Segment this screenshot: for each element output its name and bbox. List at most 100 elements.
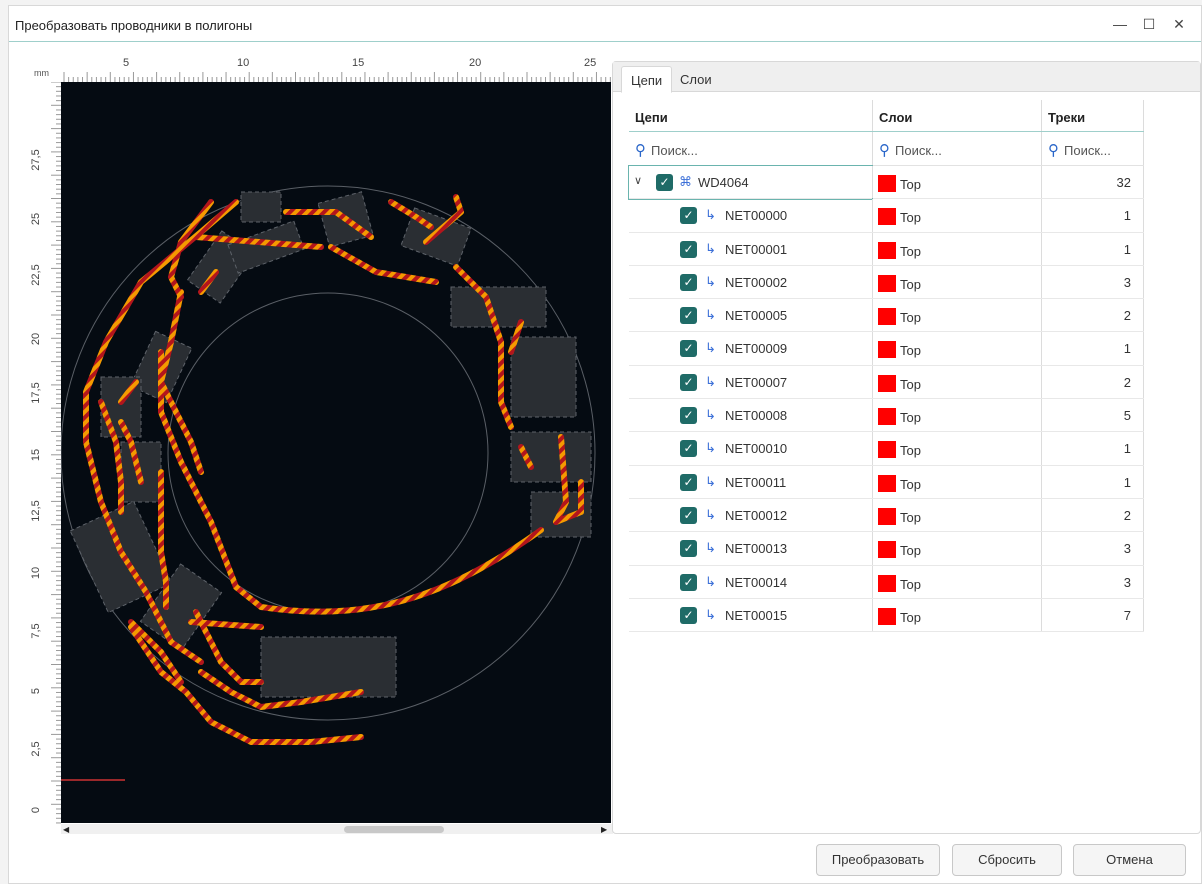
tracks-count: 7 bbox=[1123, 607, 1131, 623]
y-tick-label: 22,5 bbox=[30, 264, 42, 286]
net-cell[interactable]: ✓ ↳ NET00005 bbox=[629, 299, 872, 332]
column-divider bbox=[1143, 199, 1144, 232]
x-tick-label: 15 bbox=[352, 57, 365, 69]
layer-name: Top bbox=[900, 576, 921, 592]
tracks-search-input[interactable]: ⚲ Поиск... bbox=[1042, 132, 1143, 165]
table-row[interactable]: ✓ ↳ NET00011 Top 1 bbox=[629, 465, 1144, 499]
net-cell[interactable]: ✓ ↳ NET00011 bbox=[629, 466, 872, 499]
net-checkbox[interactable]: ✓ bbox=[680, 606, 697, 624]
layer-cell: Top bbox=[873, 299, 1041, 332]
column-divider bbox=[1143, 265, 1144, 299]
pcb-viewport[interactable]: mm 5 10 15 20 25 27,5 25 22,5 20 17,5 15… bbox=[24, 54, 622, 839]
y-tick-label: 10 bbox=[30, 566, 42, 580]
column-divider bbox=[1143, 100, 1144, 131]
net-checkbox[interactable]: ✓ bbox=[680, 540, 697, 558]
net-checkbox[interactable]: ✓ bbox=[680, 373, 697, 391]
net-checkbox[interactable]: ✓ bbox=[680, 506, 697, 524]
layers-search-input[interactable]: ⚲ Поиск... bbox=[873, 132, 1041, 165]
net-cell[interactable]: ✓ ↳ NET00002 bbox=[629, 266, 872, 299]
net-checkbox[interactable]: ✓ bbox=[680, 473, 697, 491]
table-row[interactable]: ✓ ↳ NET00009 Top 1 bbox=[629, 332, 1144, 366]
net-cell[interactable]: ✓ ↳ NET00007 bbox=[629, 366, 872, 399]
group-net-cell[interactable]: ∨ ✓ ⌘ WD4064 bbox=[628, 165, 873, 200]
table-row[interactable]: ✓ ↳ NET00007 Top 2 bbox=[629, 365, 1144, 400]
net-checkbox[interactable]: ✓ bbox=[680, 307, 697, 325]
net-name: NET00005 bbox=[725, 308, 788, 324]
tracks-count: 1 bbox=[1123, 208, 1131, 224]
table-row[interactable]: ✓ ↳ NET00008 Top 5 bbox=[629, 399, 1144, 433]
tracks-count: 2 bbox=[1123, 374, 1131, 390]
tracks-count: 3 bbox=[1123, 541, 1131, 557]
net-name: NET00007 bbox=[725, 374, 788, 390]
net-cell[interactable]: ✓ ↳ NET00012 bbox=[629, 499, 872, 532]
column-header-layers[interactable]: Слои bbox=[873, 100, 1041, 132]
net-cell[interactable]: ✓ ↳ NET00014 bbox=[629, 566, 872, 599]
pcb-board[interactable] bbox=[61, 82, 611, 823]
title-bar: Преобразовать проводники в полигоны — ☐ … bbox=[9, 6, 1201, 42]
y-tick-label: 0 bbox=[30, 806, 42, 814]
table-row[interactable]: ✓ ↳ NET00015 Top 7 bbox=[629, 598, 1144, 633]
tracks-count: 5 bbox=[1123, 408, 1131, 424]
column-divider bbox=[1143, 299, 1144, 332]
column-divider bbox=[1143, 166, 1144, 199]
tracks-count: 1 bbox=[1123, 241, 1131, 257]
net-cell[interactable]: ✓ ↳ NET00015 bbox=[629, 599, 872, 632]
layer-name: Top bbox=[900, 210, 921, 226]
y-tick-label: 12,5 bbox=[30, 500, 42, 522]
tab-nets[interactable]: Цепи bbox=[621, 66, 673, 93]
component-pads bbox=[69, 191, 592, 698]
net-checkbox[interactable]: ✓ bbox=[680, 440, 697, 458]
table-row[interactable]: ✓ ↳ NET00002 Top 3 bbox=[629, 265, 1144, 300]
net-checkbox[interactable]: ✓ bbox=[680, 407, 697, 425]
nets-search-input[interactable]: ⚲ Поиск... bbox=[629, 132, 872, 165]
table-row[interactable]: ✓ ↳ NET00013 Top 3 bbox=[629, 532, 1144, 566]
table-row[interactable]: ✓ ↳ NET00000 Top 1 bbox=[629, 199, 1144, 233]
close-icon[interactable]: ✕ bbox=[1169, 14, 1189, 34]
table-row[interactable]: ✓ ↳ NET00014 Top 3 bbox=[629, 565, 1144, 599]
layer-cell: Top bbox=[873, 233, 1041, 266]
chevron-down-icon[interactable]: ∨ bbox=[634, 174, 642, 187]
layer-name: Top bbox=[900, 609, 921, 625]
net-cell[interactable]: ✓ ↳ NET00013 bbox=[629, 532, 872, 565]
net-cell[interactable]: ✓ ↳ NET00000 bbox=[629, 199, 872, 232]
y-tick-label: 5 bbox=[30, 687, 42, 695]
net-cell[interactable]: ✓ ↳ NET00010 bbox=[629, 432, 872, 465]
horizontal-scrollbar[interactable]: ◀ ▶ bbox=[61, 824, 613, 834]
table-row[interactable]: ✓ ↳ NET00005 Top 2 bbox=[629, 299, 1144, 333]
net-cell[interactable]: ✓ ↳ NET00008 bbox=[629, 399, 872, 432]
layer-name: Top bbox=[900, 410, 921, 426]
net-checkbox[interactable]: ✓ bbox=[680, 273, 697, 291]
net-cell[interactable]: ✓ ↳ NET00001 bbox=[629, 233, 872, 266]
x-tick-label: 5 bbox=[123, 57, 130, 69]
cancel-button[interactable]: Отмена bbox=[1073, 844, 1186, 876]
group-checkbox[interactable]: ✓ bbox=[656, 174, 673, 191]
search-icon: ⚲ bbox=[879, 142, 890, 159]
table-row-group[interactable]: ∨ ✓ ⌘ WD4064 Top 32 bbox=[628, 165, 1144, 200]
y-tick-label: 15 bbox=[30, 448, 42, 462]
tracks-count: 1 bbox=[1123, 341, 1131, 357]
tab-layers[interactable]: Слои bbox=[671, 66, 721, 93]
column-header-nets[interactable]: Цепи bbox=[629, 100, 872, 132]
net-checkbox[interactable]: ✓ bbox=[680, 207, 697, 225]
layer-cell: Top bbox=[873, 532, 1041, 565]
net-checkbox[interactable]: ✓ bbox=[680, 573, 697, 591]
maximize-icon[interactable]: ☐ bbox=[1139, 14, 1159, 34]
layer-name: Top bbox=[900, 443, 921, 459]
scroll-right-icon[interactable]: ▶ bbox=[601, 825, 607, 834]
convert-button[interactable]: Преобразовать bbox=[816, 844, 940, 876]
net-checkbox[interactable]: ✓ bbox=[680, 340, 697, 358]
net-cell[interactable]: ✓ ↳ NET00009 bbox=[629, 332, 872, 365]
table-row[interactable]: ✓ ↳ NET00012 Top 2 bbox=[629, 498, 1144, 533]
minimize-icon[interactable]: — bbox=[1110, 14, 1130, 34]
scroll-left-icon[interactable]: ◀ bbox=[63, 825, 69, 834]
vertical-ruler: 27,5 25 22,5 20 17,5 15 12,5 10 7,5 5 2,… bbox=[24, 81, 61, 826]
table-row[interactable]: ✓ ↳ NET00001 Top 1 bbox=[629, 232, 1144, 266]
net-checkbox[interactable]: ✓ bbox=[680, 240, 697, 258]
net-name: NET00001 bbox=[725, 241, 788, 257]
reset-button[interactable]: Сбросить bbox=[952, 844, 1062, 876]
y-tick-label: 17,5 bbox=[30, 382, 42, 404]
layer-color-swatch bbox=[878, 574, 896, 592]
horizontal-scroll-thumb[interactable] bbox=[344, 826, 444, 833]
column-header-tracks[interactable]: Треки bbox=[1042, 100, 1143, 132]
table-row[interactable]: ✓ ↳ NET00010 Top 1 bbox=[629, 432, 1144, 466]
